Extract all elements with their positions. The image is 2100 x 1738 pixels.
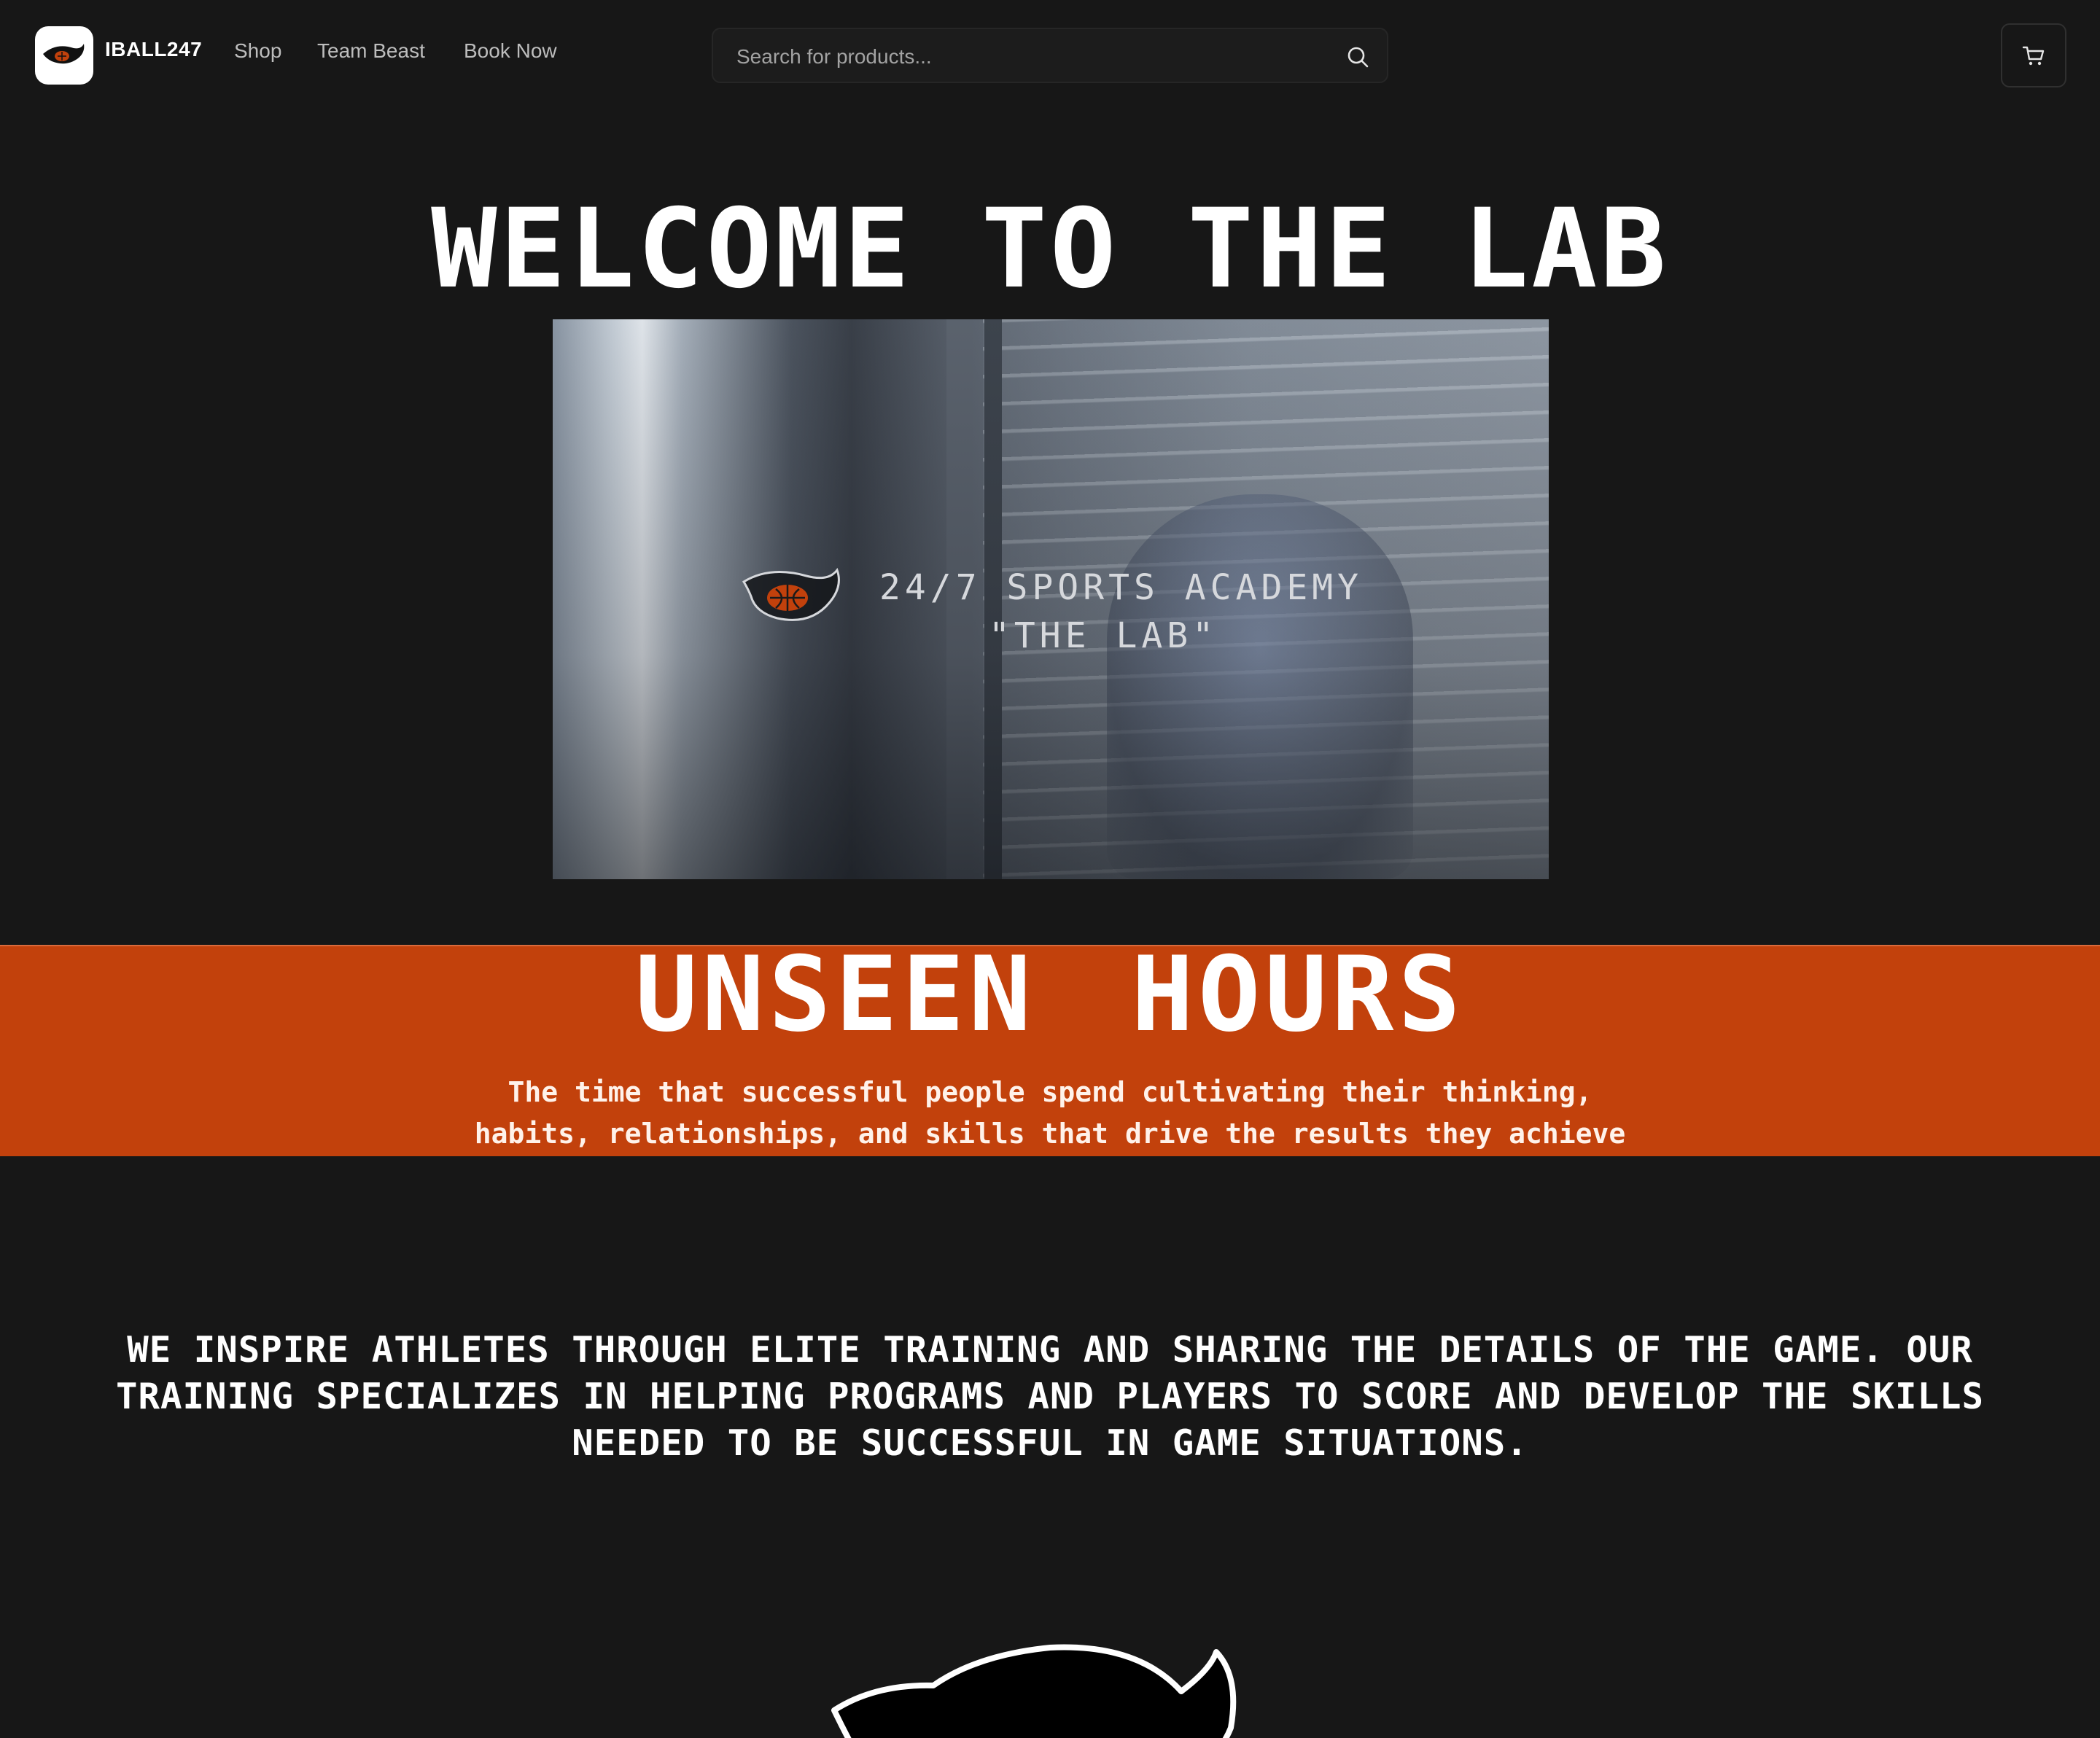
video-title-line1: 24/7 SPORTS ACADEMY (879, 567, 1364, 608)
eye-basketball-logo-icon (831, 1644, 1237, 1738)
mission-statement: We inspire athletes through elite traini… (115, 1329, 1985, 1464)
search-input[interactable]: Search for products... (712, 28, 1388, 83)
band-subtitle-line1: The time that successful people spend cu… (508, 1076, 1592, 1108)
brand-name[interactable]: IBALL247 (105, 38, 202, 61)
nav-book-now-link[interactable]: Book Now (464, 39, 557, 63)
cart-icon (2022, 46, 2045, 66)
eye-basketball-logo-icon (742, 567, 840, 621)
band-title: UNSEEN HOURS (635, 935, 1465, 1055)
band-subtitle-line2: habits, relationships, and skills that d… (474, 1118, 1626, 1150)
search-placeholder: Search for products... (736, 45, 932, 68)
brand-logo[interactable] (35, 26, 93, 85)
video-title-line2: "THE LAB" (989, 615, 1218, 656)
band-subtitle: The time that successful people spend cu… (0, 1072, 2100, 1155)
nav-shop-link[interactable]: Shop (234, 39, 281, 63)
bottom-logo (831, 1640, 1254, 1738)
search-icon[interactable] (1345, 44, 1371, 70)
hero-video[interactable]: 24/7 SPORTS ACADEMY "THE LAB" (553, 319, 1549, 879)
eye-basketball-logo-icon (43, 44, 85, 64)
cart-button[interactable] (2001, 23, 2066, 87)
hero-title: WELCOME TO THE LAB (431, 186, 1669, 313)
top-nav: IBALL247 Shop Team Beast Book Now Search… (0, 0, 2100, 109)
nav-team-beast-link[interactable]: Team Beast (317, 39, 425, 63)
